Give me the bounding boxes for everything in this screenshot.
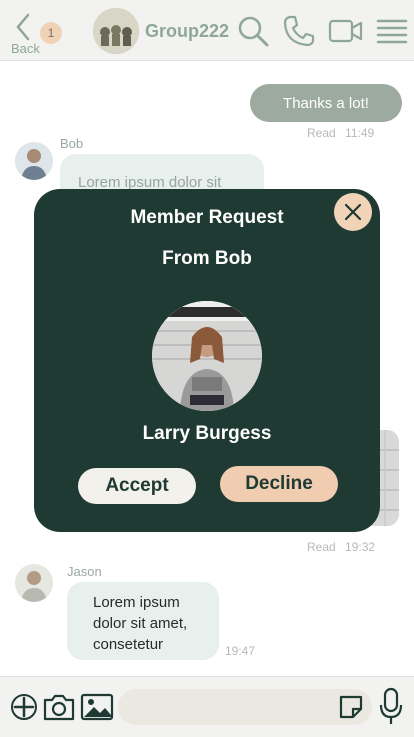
decline-button[interactable]: Decline bbox=[220, 466, 338, 502]
sender-name: Bob bbox=[60, 136, 84, 151]
mic-icon[interactable] bbox=[378, 687, 404, 727]
group-photo-icon bbox=[93, 8, 139, 54]
group-avatar[interactable] bbox=[93, 8, 139, 54]
message-time: 11:49 bbox=[345, 126, 375, 140]
message-input[interactable] bbox=[118, 689, 372, 725]
menu-icon[interactable] bbox=[376, 14, 408, 48]
video-icon[interactable] bbox=[328, 14, 364, 48]
read-status: Read bbox=[307, 126, 336, 140]
message-time: 19:32 bbox=[345, 540, 376, 554]
phone-icon[interactable] bbox=[282, 14, 316, 48]
read-status: Read bbox=[307, 540, 336, 554]
request-from: From Bob bbox=[162, 248, 252, 269]
incoming-message[interactable]: Lorem ipsum dolor sit amet, consetetur bbox=[67, 582, 219, 660]
sender-name: Jason bbox=[67, 564, 102, 579]
requester-photo bbox=[152, 301, 262, 411]
avatar[interactable] bbox=[15, 142, 53, 180]
back-button[interactable]: 1 Back bbox=[8, 10, 62, 56]
chevron-left-icon bbox=[16, 13, 30, 41]
top-actions bbox=[236, 14, 408, 48]
accept-button[interactable]: Accept bbox=[78, 468, 196, 504]
bob-avatar-icon bbox=[15, 142, 53, 180]
requester-name: Larry Burgess bbox=[142, 423, 272, 444]
avatar[interactable] bbox=[15, 564, 53, 602]
close-button[interactable] bbox=[334, 193, 372, 231]
top-bar: 1 Back Group222 bbox=[0, 0, 414, 61]
message-meta: Read 11:49 bbox=[307, 126, 374, 140]
outgoing-message[interactable]: Thanks a lot! bbox=[250, 84, 402, 122]
jason-avatar-icon bbox=[15, 564, 53, 602]
sticker-icon[interactable] bbox=[338, 694, 364, 720]
image-icon[interactable] bbox=[80, 689, 114, 725]
camera-icon[interactable] bbox=[42, 689, 76, 725]
person-photo-icon bbox=[152, 301, 262, 411]
close-icon bbox=[344, 203, 362, 221]
message-meta: Read 19:32 bbox=[307, 540, 375, 554]
unread-badge: 1 bbox=[40, 22, 62, 44]
message-text: Lorem ipsum dolor sit amet, consetetur bbox=[93, 594, 188, 653]
search-icon[interactable] bbox=[236, 14, 270, 48]
back-label: Back bbox=[11, 41, 40, 56]
plus-icon[interactable] bbox=[10, 689, 38, 725]
group-name[interactable]: Group222 bbox=[145, 21, 229, 42]
member-request-modal: Member Request From Bob Larry Burgess Ac… bbox=[34, 189, 380, 532]
message-time: 19:47 bbox=[225, 644, 256, 658]
modal-title: Member Request bbox=[130, 207, 284, 228]
composer-bar bbox=[0, 676, 414, 737]
